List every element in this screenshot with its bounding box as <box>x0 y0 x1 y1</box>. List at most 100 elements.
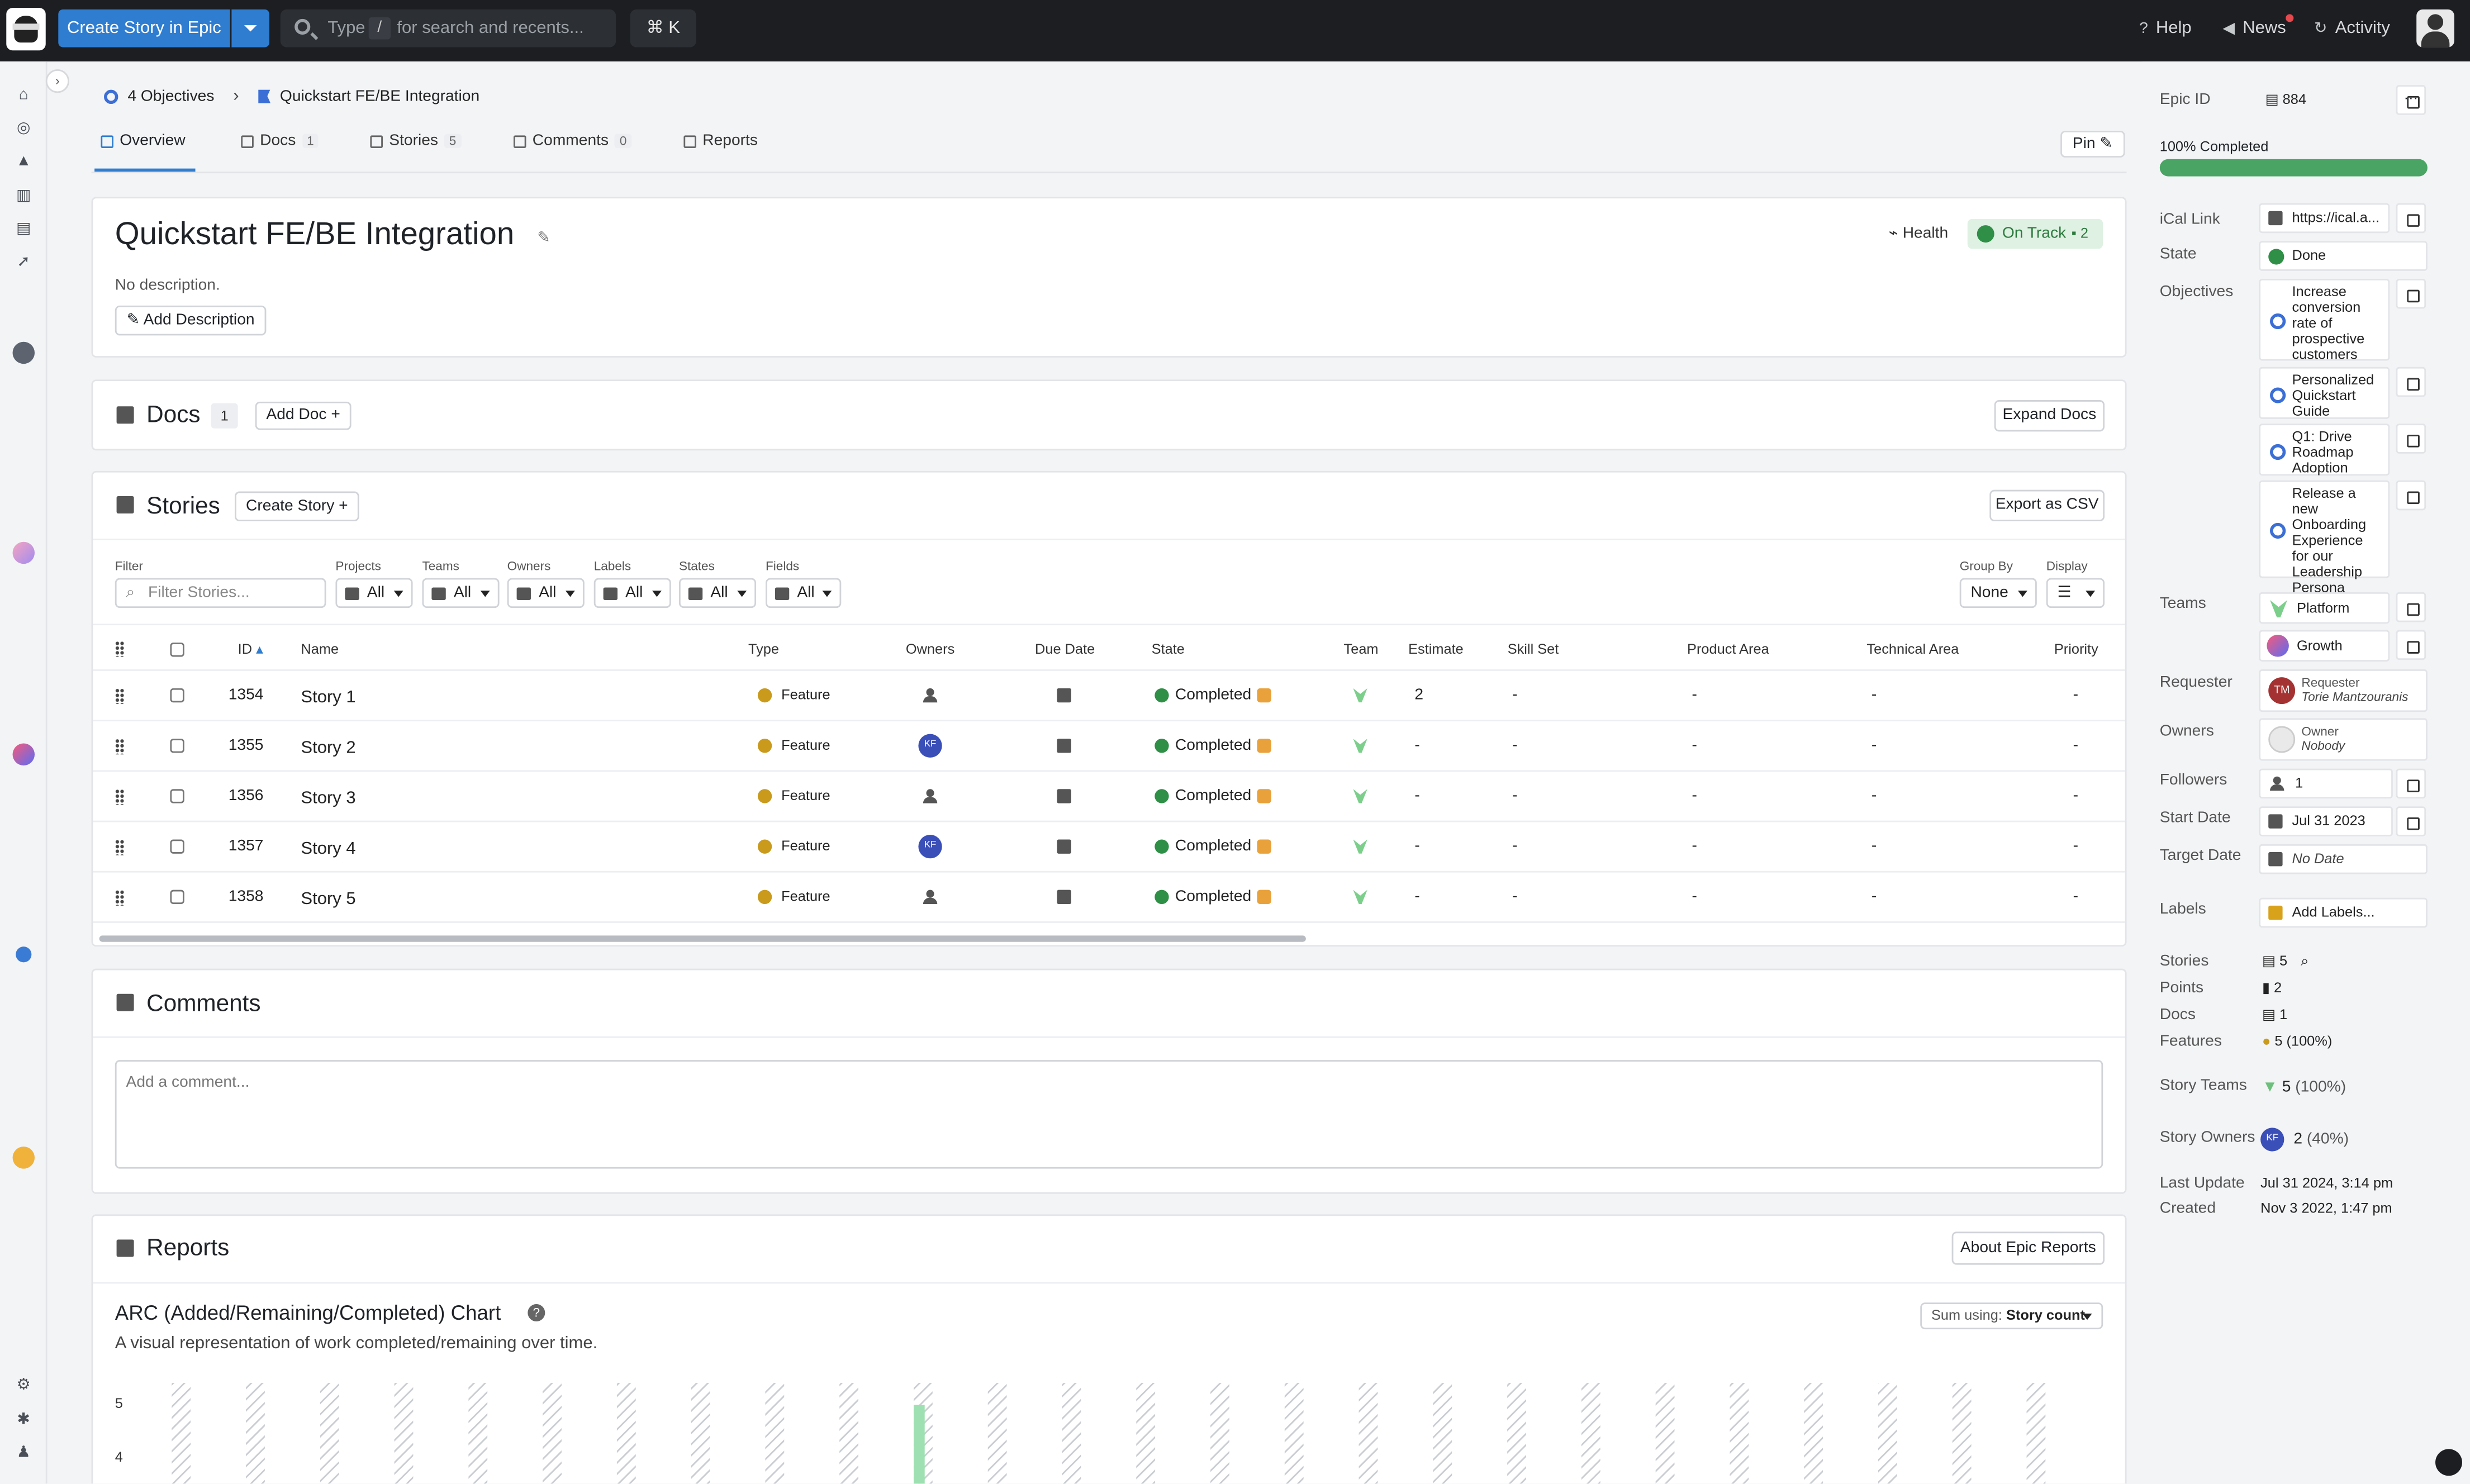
about-reports-button[interactable]: About Epic Reports <box>1951 1231 2105 1265</box>
story-technical-area[interactable]: - <box>1872 838 1877 855</box>
clear-start-date-button[interactable] <box>2396 806 2426 836</box>
column-header-name[interactable]: Name <box>301 641 339 657</box>
roadmap-icon[interactable]: ➚ <box>14 254 33 273</box>
story-name-link[interactable]: Story 2 <box>301 739 355 758</box>
more-options-button[interactable]: ··· <box>2396 85 2426 115</box>
story-priority[interactable]: - <box>2073 737 2078 754</box>
mascot-icon[interactable] <box>12 1147 35 1169</box>
objectives-icon[interactable]: ◎ <box>14 120 33 139</box>
tab-reports[interactable]: Reports <box>683 132 758 150</box>
objective-item[interactable]: Personalized Quickstart Guide <box>2259 367 2390 419</box>
story-name-link[interactable]: Story 1 <box>301 688 355 707</box>
drag-handle-icon[interactable] <box>115 839 125 855</box>
requester-field[interactable]: TM Requester Torie Mantzouranis <box>2259 669 2428 712</box>
breadcrumb-objectives[interactable]: 4 Objectives <box>127 87 214 104</box>
cupcake-icon[interactable] <box>16 946 32 963</box>
story-priority[interactable]: - <box>2073 687 2078 704</box>
column-header-due-date[interactable]: Due Date <box>1035 641 1095 657</box>
column-header-id[interactable]: ID ▴ <box>238 641 263 658</box>
breadcrumb-epic[interactable]: Quickstart FE/BE Integration <box>280 87 479 104</box>
export-csv-button[interactable]: Export as CSV <box>1989 489 2105 522</box>
projects-filter-dropdown[interactable]: All <box>335 578 413 608</box>
docs-icon[interactable]: ▤ <box>14 221 33 240</box>
news-link[interactable]: ◀ News <box>2222 19 2286 38</box>
table-row[interactable]: 1358 Story 5 Feature Completed - - - - - <box>93 873 2125 923</box>
story-priority[interactable]: - <box>2073 787 2078 805</box>
create-story-button[interactable]: Create Story in Epic <box>58 9 230 47</box>
copy-ical-button[interactable] <box>2396 203 2426 234</box>
column-header-team[interactable]: Team <box>1344 641 1379 657</box>
story-state[interactable]: Completed <box>1175 787 1251 805</box>
epic-title[interactable]: Quickstart FE/BE Integration <box>115 217 514 254</box>
quick-help-button[interactable] <box>2435 1449 2462 1476</box>
story-state[interactable]: Completed <box>1175 687 1251 704</box>
health-status-badge[interactable]: On Track ▪ 2 <box>1967 218 2103 249</box>
owner-field[interactable]: Owner Nobody <box>2259 718 2428 761</box>
drag-handle-icon[interactable] <box>115 688 125 705</box>
add-doc-button[interactable]: Add Doc + <box>255 401 352 430</box>
column-header-priority[interactable]: Priority <box>2054 641 2098 657</box>
story-state[interactable]: Completed <box>1175 838 1251 855</box>
calendar-icon[interactable] <box>1057 739 1071 753</box>
calendar-icon[interactable] <box>1057 688 1071 703</box>
tab-overview[interactable]: Overview <box>101 132 186 150</box>
invite-user-icon[interactable]: ♟ <box>14 1444 33 1463</box>
followers-field[interactable]: 1 <box>2259 768 2393 799</box>
owner-avatar[interactable]: KF <box>918 835 942 859</box>
objective-link-button[interactable] <box>2396 367 2426 397</box>
app-logo[interactable] <box>6 8 46 51</box>
tab-comments[interactable]: Comments 0 <box>513 132 631 150</box>
objective-link-button[interactable] <box>2396 278 2426 309</box>
help-link[interactable]: ? Help <box>2139 19 2192 38</box>
table-row[interactable]: 1354 Story 1 Feature Completed 2 - - - - <box>93 671 2125 722</box>
team-icon[interactable] <box>1353 739 1367 753</box>
states-filter-dropdown[interactable]: All <box>678 578 757 608</box>
story-skill-set[interactable]: - <box>1512 737 1517 754</box>
story-product-area[interactable]: - <box>1692 687 1697 704</box>
calendar-icon[interactable] <box>1057 789 1071 803</box>
story-product-area[interactable]: - <box>1692 787 1697 805</box>
column-header-state[interactable]: State <box>1152 641 1185 657</box>
start-date-field[interactable]: Jul 31 2023 <box>2259 806 2393 836</box>
table-row[interactable]: 1356 Story 3 Feature Completed - - - - - <box>93 772 2125 822</box>
calendar-icon[interactable] <box>1057 839 1071 854</box>
table-row[interactable]: 1355 Story 2 Feature KF Completed - - - - - <box>93 721 2125 772</box>
settings-gear-icon[interactable]: ⚙ <box>14 1377 33 1396</box>
ical-link-field[interactable]: https://ical.a... <box>2259 203 2390 234</box>
story-skill-set[interactable]: - <box>1512 787 1517 805</box>
story-name-link[interactable]: Story 4 <box>301 839 355 858</box>
objective-item[interactable]: Q1: Drive Roadmap Adoption <box>2259 424 2390 476</box>
search-input[interactable]: Type / for search and recents... <box>280 9 616 47</box>
target-date-field[interactable]: No Date <box>2259 844 2428 874</box>
calendar-icon[interactable] <box>1057 890 1071 905</box>
display-options-dropdown[interactable]: ☰ <box>2046 578 2105 608</box>
add-description-button[interactable]: ✎ Add Description <box>115 305 267 336</box>
story-priority[interactable]: - <box>2073 888 2078 906</box>
story-priority[interactable]: - <box>2073 838 2078 855</box>
row-checkbox[interactable] <box>170 890 184 905</box>
home-icon[interactable]: ⌂ <box>14 87 33 106</box>
teams-filter-dropdown[interactable]: All <box>422 578 500 608</box>
row-checkbox[interactable] <box>170 688 184 703</box>
team-icon[interactable] <box>1353 688 1367 703</box>
row-checkbox[interactable] <box>170 839 184 854</box>
expand-docs-button[interactable]: Expand Docs <box>1994 400 2105 432</box>
team-avatar-icon[interactable] <box>12 341 35 364</box>
help-icon[interactable]: ? <box>528 1304 545 1322</box>
story-skill-set[interactable]: - <box>1512 687 1517 704</box>
create-options-dropdown[interactable] <box>231 9 270 47</box>
fields-filter-dropdown[interactable]: All <box>765 578 842 608</box>
story-technical-area[interactable]: - <box>1872 687 1877 704</box>
story-estimate[interactable]: - <box>1414 737 1419 754</box>
owners-filter-dropdown[interactable]: All <box>507 578 585 608</box>
team-platform[interactable]: Platform <box>2259 592 2390 624</box>
tab-stories[interactable]: Stories 5 <box>370 132 461 150</box>
row-checkbox[interactable] <box>170 789 184 803</box>
story-estimate[interactable]: - <box>1414 838 1419 855</box>
add-follower-button[interactable] <box>2396 768 2426 799</box>
column-header-product-area[interactable]: Product Area <box>1687 641 1769 657</box>
add-labels-field[interactable]: Add Labels... <box>2259 897 2428 928</box>
story-state[interactable]: Completed <box>1175 737 1251 754</box>
team-icon[interactable] <box>1353 789 1367 803</box>
story-product-area[interactable]: - <box>1692 838 1697 855</box>
